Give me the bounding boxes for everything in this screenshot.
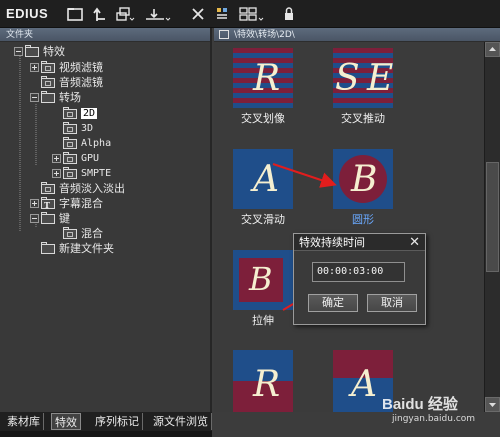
effect-duration-dialog: 特效持续时间 ✕ 00:00:03:00 确定 取消 — [293, 233, 426, 325]
close-icon[interactable]: ✕ — [409, 234, 420, 251]
annotation-arrow — [272, 163, 337, 188]
duration-input[interactable]: 00:00:03:00 — [312, 262, 405, 282]
annotation-arrows — [272, 163, 337, 311]
cancel-button[interactable]: 取消 — [367, 294, 417, 312]
dialog-title-bar[interactable]: 特效持续时间 ✕ — [294, 234, 425, 251]
baidu-watermark: Baidu 经验 — [382, 396, 458, 413]
watermark-url: jingyan.baidu.com — [392, 414, 476, 424]
ok-button[interactable]: 确定 — [308, 294, 358, 312]
dialog-title: 特效持续时间 — [299, 236, 365, 249]
